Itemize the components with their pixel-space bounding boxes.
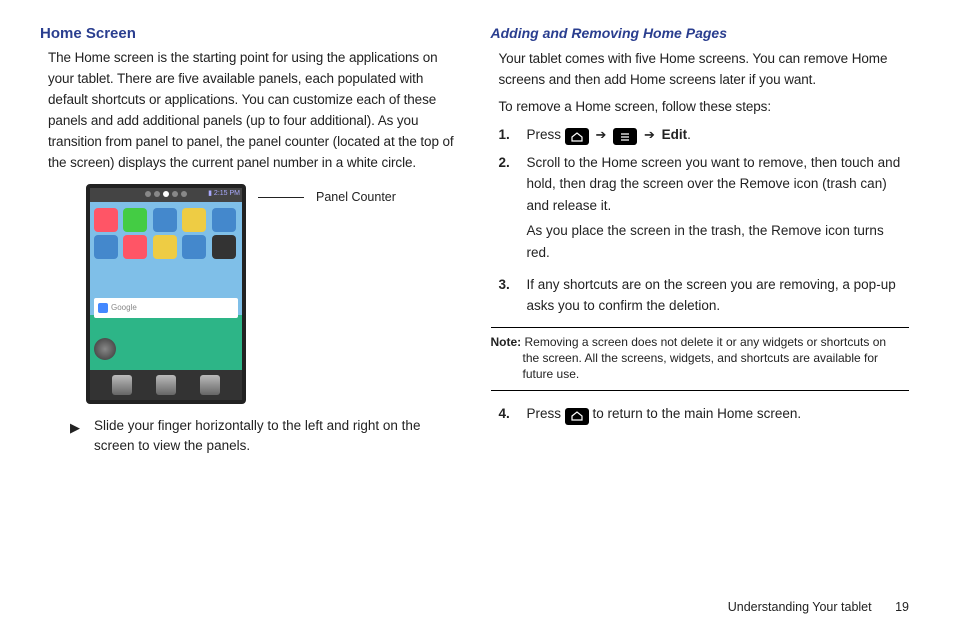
period: .: [687, 127, 691, 142]
tablet-search-widget: Google: [94, 298, 238, 318]
dock-email-icon: [200, 375, 220, 395]
arrow-icon: ➔: [596, 125, 607, 146]
intro-p2: To remove a Home screen, follow these st…: [499, 97, 910, 118]
dock-apps-icon: [156, 375, 176, 395]
intro-p1: Your tablet comes with five Home screens…: [499, 49, 910, 91]
page-number: 19: [895, 600, 909, 614]
tablet-app-grid: [90, 202, 242, 263]
tablet-dock: [90, 370, 242, 400]
settings-gear-icon: [94, 338, 116, 360]
search-placeholder: Google: [111, 303, 137, 312]
step-2: 2. Scroll to the Home screen you want to…: [499, 152, 910, 268]
home-button-icon: [565, 128, 589, 145]
section-title-home-screen: Home Screen: [40, 25, 459, 42]
bullet-slide-finger: ▶ Slide your finger horizontally to the …: [70, 416, 459, 458]
bullet-text: Slide your finger horizontally to the le…: [94, 416, 459, 458]
note-label: Note:: [491, 335, 522, 349]
note-rest: the screen. All the screens, widgets, an…: [523, 350, 910, 382]
panel-counter-dots: [145, 191, 187, 197]
step-number: 2.: [499, 152, 517, 268]
arrow-icon: ➔: [644, 125, 655, 146]
steps-list: 1. Press ➔ ➔ Edit. 2. Scroll t: [499, 124, 910, 317]
right-column: Adding and Removing Home Pages Your tabl…: [491, 25, 910, 457]
home-button-icon: [565, 408, 589, 425]
callout-line: [258, 197, 304, 198]
step-1: 1. Press ➔ ➔ Edit.: [499, 124, 910, 146]
subsection-title-adding-removing: Adding and Removing Home Pages: [491, 25, 910, 41]
triangle-bullet-icon: ▶: [70, 416, 80, 458]
page-footer: Understanding Your tablet 19: [728, 600, 909, 614]
figure-panel-counter: ▮ 2:15 PM Google Panel Counter: [86, 184, 459, 404]
step-4: 4. Press to return to the main Home scre…: [499, 403, 910, 425]
callout-label: Panel Counter: [316, 190, 396, 204]
step1-press: Press: [527, 127, 565, 142]
step-number: 1.: [499, 124, 517, 146]
step-3: 3. If any shortcuts are on the screen yo…: [499, 274, 910, 317]
step-number: 3.: [499, 274, 517, 317]
edit-label: Edit: [662, 127, 688, 142]
google-icon: [98, 303, 108, 313]
step2-p1: Scroll to the Home screen you want to re…: [527, 152, 910, 217]
left-column: Home Screen The Home screen is the start…: [40, 25, 459, 457]
home-screen-intro: The Home screen is the starting point fo…: [48, 48, 459, 174]
steps-list-cont: 4. Press to return to the main Home scre…: [499, 403, 910, 425]
tablet-statusbar: ▮ 2:15 PM: [90, 188, 242, 202]
note-block: Note: Removing a screen does not delete …: [491, 327, 910, 392]
dock-web-icon: [112, 375, 132, 395]
step2-p2: As you place the screen in the trash, th…: [527, 220, 910, 263]
step4-press: Press: [527, 406, 565, 421]
step-number: 4.: [499, 403, 517, 425]
step4-rest: to return to the main Home screen.: [593, 406, 802, 421]
status-icons: ▮ 2:15 PM: [208, 189, 240, 197]
menu-button-icon: [613, 128, 637, 145]
tablet-screenshot: ▮ 2:15 PM Google: [86, 184, 246, 404]
step3-text: If any shortcuts are on the screen you a…: [527, 274, 910, 317]
footer-section: Understanding Your tablet: [728, 600, 872, 614]
note-first-line: Removing a screen does not delete it or …: [521, 335, 886, 349]
